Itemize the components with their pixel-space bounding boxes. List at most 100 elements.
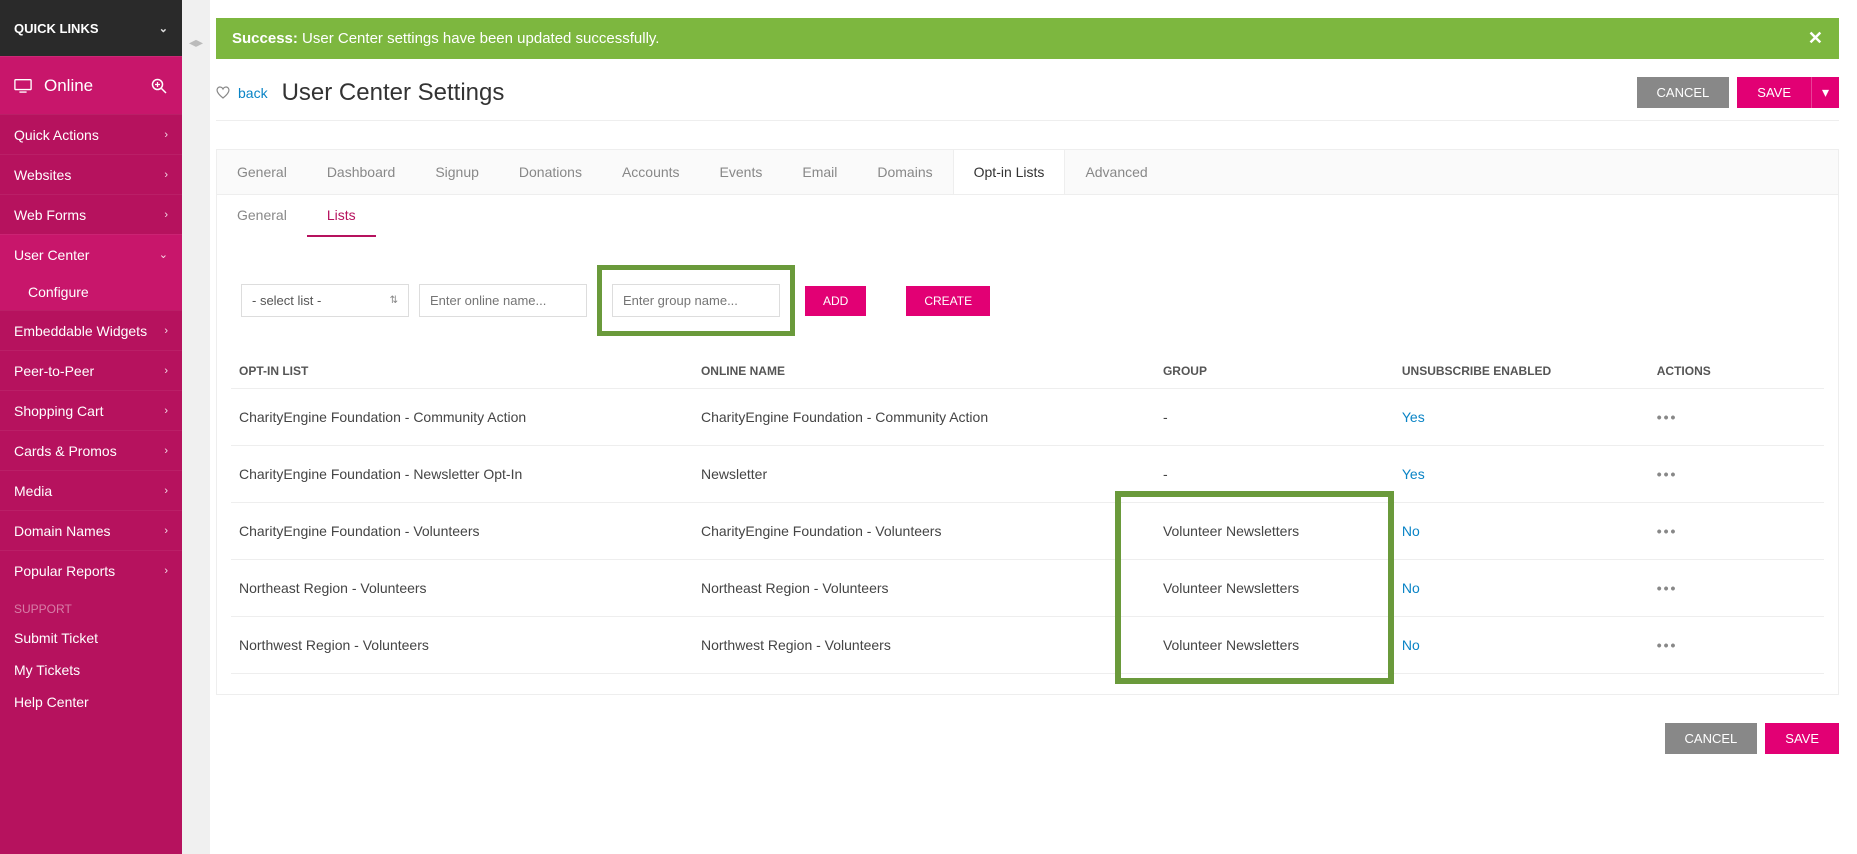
optin-lists-table: OPT-IN LIST ONLINE NAME GROUP UNSUBSCRIB…: [231, 354, 1824, 674]
add-list-form: - select list - ⇅ ADD CREATE: [231, 265, 1824, 336]
page-header: back User Center Settings CANCEL SAVE ▾: [216, 59, 1839, 121]
row-actions-menu[interactable]: •••: [1657, 637, 1678, 653]
unsub-link[interactable]: No: [1402, 580, 1420, 596]
sidebar-item-peer-to-peer[interactable]: Peer-to-Peer›: [0, 350, 182, 390]
sidebar-item-media[interactable]: Media›: [0, 470, 182, 510]
tab-opt-in-lists[interactable]: Opt-in Lists: [953, 150, 1066, 194]
sidebar-item-label: Embeddable Widgets: [14, 323, 147, 339]
row-actions-menu[interactable]: •••: [1657, 580, 1678, 596]
select-arrows-icon: ⇅: [390, 295, 398, 306]
cell-actions: •••: [1649, 560, 1824, 617]
list-select[interactable]: - select list - ⇅: [241, 284, 409, 317]
cell-list: CharityEngine Foundation - Community Act…: [231, 389, 693, 446]
unsub-link[interactable]: Yes: [1402, 466, 1425, 482]
support-help-center[interactable]: Help Center: [0, 686, 182, 718]
table-row: CharityEngine Foundation - Newsletter Op…: [231, 446, 1824, 503]
quick-links-label: QUICK LINKS: [14, 21, 99, 36]
sidebar-item-websites[interactable]: Websites ›: [0, 154, 182, 194]
unsub-link[interactable]: Yes: [1402, 409, 1425, 425]
cell-unsub: Yes: [1394, 446, 1649, 503]
sidebar-item-label: User Center: [14, 247, 89, 263]
save-button[interactable]: SAVE: [1737, 77, 1811, 108]
sidebar-item-domain-names[interactable]: Domain Names›: [0, 510, 182, 550]
tab-content: - select list - ⇅ ADD CREATE: [217, 237, 1838, 694]
close-icon[interactable]: ✕: [1808, 28, 1823, 49]
col-group: GROUP: [1155, 354, 1394, 389]
table-row: CharityEngine Foundation - VolunteersCha…: [231, 503, 1824, 560]
chevron-right-icon: ›: [164, 485, 168, 497]
col-optin-list: OPT-IN LIST: [231, 354, 693, 389]
sidebar-item-label: Domain Names: [14, 523, 110, 539]
cell-actions: •••: [1649, 389, 1824, 446]
sidebar-item-label: Shopping Cart: [14, 403, 104, 419]
cell-unsub: No: [1394, 560, 1649, 617]
save-split-button: SAVE ▾: [1737, 77, 1839, 108]
alert-message: User Center settings have been updated s…: [298, 30, 660, 47]
chevron-right-icon: ›: [164, 209, 168, 221]
sidebar-item-user-center[interactable]: User Center ⌄: [0, 234, 182, 274]
sidebar-item-label: Popular Reports: [14, 563, 115, 579]
online-header[interactable]: Online: [0, 56, 182, 114]
cell-online: CharityEngine Foundation - Volunteers: [693, 503, 1155, 560]
cell-unsub: No: [1394, 503, 1649, 560]
optin-lists-table-wrap: OPT-IN LIST ONLINE NAME GROUP UNSUBSCRIB…: [231, 354, 1824, 674]
tab-advanced[interactable]: Advanced: [1065, 150, 1167, 194]
tab-email[interactable]: Email: [782, 150, 857, 194]
back-link[interactable]: back: [238, 85, 268, 101]
row-actions-menu[interactable]: •••: [1657, 466, 1678, 482]
sidebar-item-cards-promos[interactable]: Cards & Promos›: [0, 430, 182, 470]
cancel-button[interactable]: CANCEL: [1637, 77, 1730, 108]
sidebar-item-shopping-cart[interactable]: Shopping Cart›: [0, 390, 182, 430]
add-button[interactable]: ADD: [805, 286, 866, 316]
online-name-input[interactable]: [419, 284, 587, 317]
subtab-lists[interactable]: Lists: [307, 195, 376, 237]
chevron-down-icon: ⌄: [159, 248, 168, 261]
tab-dashboard[interactable]: Dashboard: [307, 150, 416, 194]
chevron-right-icon: ›: [164, 445, 168, 457]
sidebar-item-web-forms[interactable]: Web Forms ›: [0, 194, 182, 234]
search-plus-icon[interactable]: [150, 77, 168, 95]
sidebar-item-embeddable-widgets[interactable]: Embeddable Widgets ›: [0, 310, 182, 350]
sidebar: QUICK LINKS ⌄ Online Quick Actions› Webs…: [0, 0, 182, 854]
footer-cancel-button[interactable]: CANCEL: [1665, 723, 1758, 754]
unsub-link[interactable]: No: [1402, 523, 1420, 539]
cell-online: Northeast Region - Volunteers: [693, 560, 1155, 617]
sidebar-subitem-configure[interactable]: Configure: [0, 274, 182, 310]
tab-donations[interactable]: Donations: [499, 150, 602, 194]
unsub-link[interactable]: No: [1402, 637, 1420, 653]
chevron-right-icon: ›: [164, 325, 168, 337]
quick-links-toggle[interactable]: QUICK LINKS ⌄: [0, 0, 182, 56]
row-actions-menu[interactable]: •••: [1657, 409, 1678, 425]
sidebar-item-label: Web Forms: [14, 207, 86, 223]
select-value: - select list -: [252, 293, 321, 308]
tab-events[interactable]: Events: [700, 150, 783, 194]
tab-domains[interactable]: Domains: [857, 150, 952, 194]
chevron-right-icon: ›: [164, 169, 168, 181]
cell-actions: •••: [1649, 446, 1824, 503]
cell-group: Volunteer Newsletters: [1155, 560, 1394, 617]
monitor-icon: [14, 77, 32, 95]
sidebar-item-label: Websites: [14, 167, 71, 183]
row-actions-menu[interactable]: •••: [1657, 523, 1678, 539]
sidebar-item-label: Configure: [28, 284, 89, 300]
group-name-input[interactable]: [612, 284, 780, 317]
sidebar-item-popular-reports[interactable]: Popular Reports›: [0, 550, 182, 590]
support-submit-ticket[interactable]: Submit Ticket: [0, 622, 182, 654]
footer-save-button[interactable]: SAVE: [1765, 723, 1839, 754]
cell-online: CharityEngine Foundation - Community Act…: [693, 389, 1155, 446]
sidebar-item-quick-actions[interactable]: Quick Actions›: [0, 114, 182, 154]
support-my-tickets[interactable]: My Tickets: [0, 654, 182, 686]
save-dropdown-toggle[interactable]: ▾: [1811, 77, 1839, 108]
create-button[interactable]: CREATE: [906, 286, 990, 316]
group-name-highlight: [597, 265, 795, 336]
cell-list: CharityEngine Foundation - Volunteers: [231, 503, 693, 560]
sidebar-collapse-toggle[interactable]: ◂▸: [182, 0, 210, 854]
subtab-general[interactable]: General: [217, 195, 307, 237]
tab-general[interactable]: General: [217, 150, 307, 194]
tab-accounts[interactable]: Accounts: [602, 150, 700, 194]
cell-unsub: Yes: [1394, 389, 1649, 446]
tab-signup[interactable]: Signup: [415, 150, 499, 194]
heart-icon[interactable]: [216, 86, 230, 99]
col-unsub: UNSUBSCRIBE ENABLED: [1394, 354, 1649, 389]
support-item-label: My Tickets: [14, 662, 80, 678]
